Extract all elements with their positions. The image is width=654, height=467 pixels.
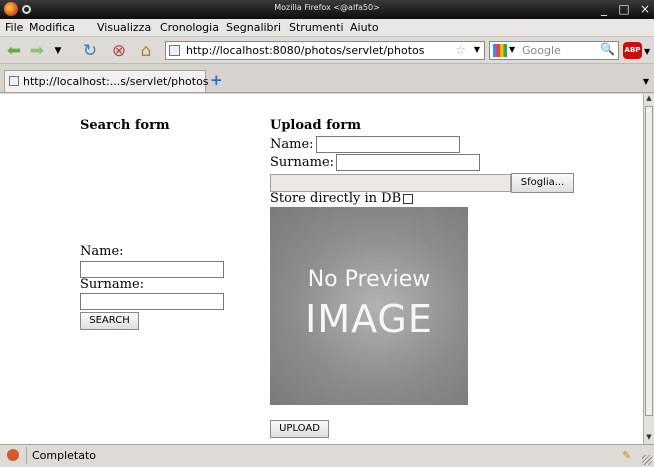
- status-bar: Completato ✎: [0, 444, 654, 467]
- image-preview: No Preview IMAGE: [270, 207, 468, 405]
- scroll-thumb[interactable]: [645, 106, 653, 416]
- window-title: Mozilla Firefox <@alfa50>: [274, 3, 380, 12]
- file-path-field[interactable]: [270, 174, 511, 192]
- scroll-up-icon[interactable]: ▲: [644, 94, 654, 105]
- menu-bar: File Modifica Visualizza Cronologia Segn…: [0, 19, 654, 37]
- bookmark-star-icon[interactable]: ☆: [455, 43, 466, 57]
- search-engine-icon[interactable]: [493, 44, 507, 57]
- search-bar[interactable]: ▼ Google 🔍: [489, 41, 619, 60]
- tab-bar: http://localhost:...s/servlet/photos + ▼: [0, 64, 654, 93]
- store-db-checkbox[interactable]: [403, 194, 413, 204]
- close-button[interactable]: ×: [637, 1, 653, 17]
- tab-label[interactable]: http://localhost:...s/servlet/photos: [23, 75, 209, 88]
- new-tab-icon[interactable]: +: [210, 73, 223, 88]
- search-icon[interactable]: 🔍: [600, 42, 615, 56]
- home-icon[interactable]: ⌂: [136, 41, 156, 61]
- back-icon[interactable]: ⬅: [4, 41, 24, 61]
- tab-photos[interactable]: http://localhost:...s/servlet/photos: [4, 70, 209, 92]
- browse-button[interactable]: Sfoglia...: [511, 173, 574, 193]
- tab-favicon-icon: [9, 76, 19, 86]
- addon-status-icon[interactable]: ✎: [622, 449, 635, 462]
- maximize-button[interactable]: □: [616, 1, 632, 17]
- menu-visualizza[interactable]: Visualizza: [97, 21, 151, 34]
- site-identity-icon[interactable]: [169, 45, 180, 56]
- adblock-dropdown-icon[interactable]: ▼: [644, 47, 650, 56]
- resize-grip-icon[interactable]: [642, 455, 652, 465]
- tab-list-icon[interactable]: ▼: [643, 77, 649, 86]
- search-placeholder[interactable]: Google: [522, 44, 561, 57]
- menu-strumenti[interactable]: Strumenti: [289, 21, 344, 34]
- adblock-icon[interactable]: ABP: [623, 42, 642, 59]
- search-form-title: Search form: [80, 118, 170, 133]
- scroll-down-icon[interactable]: ▼: [644, 433, 654, 444]
- history-dropdown-icon[interactable]: ▼: [48, 41, 68, 61]
- menu-modifica[interactable]: Modifica: [29, 21, 75, 34]
- minimize-button[interactable]: _: [596, 1, 612, 17]
- menu-file[interactable]: File: [5, 21, 23, 34]
- upload-name-label: Name:: [270, 137, 314, 152]
- search-engine-dropdown-icon[interactable]: ▼: [509, 45, 515, 54]
- preview-line1: No Preview: [307, 267, 431, 292]
- upload-button[interactable]: UPLOAD: [270, 420, 329, 438]
- upload-form-title: Upload form: [270, 118, 361, 133]
- menu-aiuto[interactable]: Aiuto: [350, 21, 379, 34]
- url-text[interactable]: http://localhost:8080/photos/servlet/pho…: [186, 44, 424, 57]
- upload-surname-input[interactable]: [336, 154, 480, 171]
- search-button[interactable]: SEARCH: [80, 312, 139, 330]
- page-content: Search form Name: Surname: SEARCH Upload…: [0, 94, 643, 444]
- url-bar[interactable]: http://localhost:8080/photos/servlet/pho…: [165, 41, 485, 60]
- navigation-toolbar: ⬅ ➡ ▼ ↻ ⊗ ⌂ http://localhost:8080/photos…: [0, 37, 654, 64]
- url-dropdown-icon[interactable]: ▼: [474, 45, 480, 54]
- reload-icon[interactable]: ↻: [80, 41, 100, 61]
- upload-surname-label: Surname:: [270, 155, 335, 170]
- preview-line2: IMAGE: [305, 297, 433, 341]
- menu-segnalibri[interactable]: Segnalibri: [226, 21, 281, 34]
- search-name-label: Name:: [80, 244, 124, 259]
- forward-icon[interactable]: ➡: [27, 41, 47, 61]
- search-surname-input[interactable]: [80, 293, 224, 310]
- search-surname-label: Surname:: [80, 277, 145, 292]
- menu-cronologia[interactable]: Cronologia: [160, 21, 219, 34]
- status-icon: [7, 449, 19, 461]
- status-text: Completato: [32, 449, 97, 462]
- status-separator: [26, 447, 27, 464]
- vertical-scrollbar[interactable]: ▲ ▼: [643, 94, 654, 444]
- stop-icon[interactable]: ⊗: [109, 41, 129, 61]
- upload-name-input[interactable]: [316, 136, 460, 153]
- title-bar: Mozilla Firefox <@alfa50> _ □ ×: [0, 0, 654, 19]
- store-db-label: Store directly in DB: [270, 191, 402, 206]
- search-name-input[interactable]: [80, 261, 224, 278]
